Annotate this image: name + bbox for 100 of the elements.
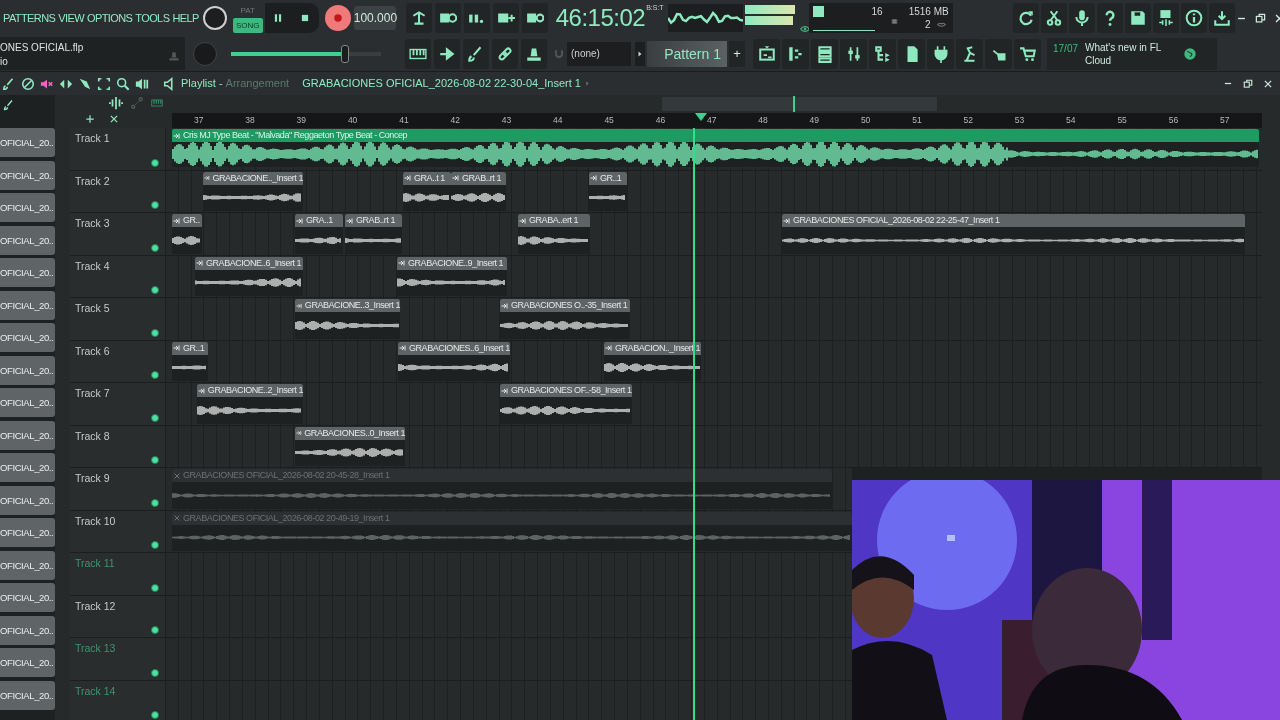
browser-item[interactable]: OFICIAL_20.. <box>0 648 55 677</box>
track-enable-led[interactable] <box>151 541 159 549</box>
track-enable-led[interactable] <box>151 456 159 464</box>
browser-item[interactable]: OFICIAL_20.. <box>0 193 55 222</box>
track-header[interactable]: Track 7 <box>70 383 165 425</box>
browser-item[interactable]: OFICIAL_20.. <box>0 160 55 190</box>
zoom-tool[interactable] <box>115 75 130 92</box>
track-header[interactable]: Track 12 <box>70 595 165 637</box>
audio-clip[interactable]: GRA..1 <box>295 214 343 254</box>
track-lane[interactable]: GR.. GRA..1 GRAB..rt 1 GRABA..ert 1 GRABACIONES OFICIAL_2026-08-02 22-25-47_Insert 1 <box>165 213 1262 255</box>
audio-clip[interactable]: GRABACIONE..9_Insert 1 <box>397 256 507 296</box>
select-tool[interactable] <box>96 75 111 92</box>
stamp-button[interactable] <box>521 38 547 69</box>
track-header[interactable]: Track 4 <box>70 255 165 297</box>
track-header[interactable]: Track 9 <box>70 468 165 510</box>
track-header[interactable]: Track 3 <box>70 213 165 255</box>
loop-record-button[interactable] <box>521 3 548 33</box>
wave-tool-button[interactable] <box>108 96 124 110</box>
track-enable-led[interactable] <box>151 583 159 592</box>
menu-item[interactable]: VIEW <box>58 9 84 27</box>
remove-track-button[interactable] <box>108 113 120 125</box>
browser-item[interactable]: OFICIAL_20.. <box>0 128 55 157</box>
browser-item[interactable]: OFICIAL_20.. <box>0 583 55 612</box>
touch-button[interactable] <box>985 38 1012 69</box>
snap-dropdown[interactable]: (none) <box>567 41 631 66</box>
mixer-button[interactable] <box>840 38 867 69</box>
slider-thumb[interactable] <box>341 44 349 63</box>
cut-button[interactable] <box>1040 3 1067 33</box>
track-lane[interactable]: GRABACIONE.._Insert 1 GRA..t 1 GRAB..rt 1 GR..1 <box>165 170 1262 212</box>
track-enable-led[interactable] <box>151 626 159 634</box>
track-lane[interactable]: GRABACIONE..6_Insert 1 GRABACIONE..9_Insert 1 <box>165 255 1262 297</box>
track-lane[interactable]: GRABACIONE..2_Insert 1 GRABACIONES OF..-58_Insert 1 <box>165 383 1262 425</box>
track-enable-led[interactable] <box>151 201 159 209</box>
record-button[interactable] <box>324 5 351 31</box>
track-header[interactable]: Track 5 <box>70 298 165 340</box>
track-enable-led[interactable] <box>151 243 159 252</box>
browser-item[interactable]: OFICIAL_20.. <box>0 453 55 482</box>
plugin-button[interactable] <box>927 38 954 69</box>
audio-clip[interactable]: GRABACIONES..6_Insert 1 <box>398 341 510 381</box>
browser-item[interactable]: OFICIAL_20.. <box>0 518 55 547</box>
arrow-button[interactable] <box>434 38 460 69</box>
news-panel[interactable]: 17/07 What's new in FL Cloud <box>1047 37 1217 70</box>
piano-tool-button[interactable] <box>150 96 164 110</box>
download-button[interactable] <box>1208 3 1235 33</box>
track-header[interactable]: Track 8 <box>70 425 165 467</box>
audio-clip[interactable]: GRABA..ert 1 <box>518 214 590 254</box>
audio-clip[interactable]: GRABACIONES..0_Insert 1 <box>295 426 405 466</box>
audio-clip[interactable]: GRABACIONES O..-35_Insert 1 <box>500 299 630 339</box>
track-lane[interactable]: GR..1 GRABACIONES..6_Insert 1 GRABACION.._Insert 1 <box>165 340 1262 382</box>
audio-clip[interactable]: GRABACION.._Insert 1 <box>604 341 701 381</box>
audio-clip[interactable]: GRA..t 1 <box>403 171 451 211</box>
audio-clip[interactable]: GRABACIONE..2_Insert 1 <box>197 384 303 424</box>
audio-clip[interactable]: GRAB..rt 1 <box>345 214 402 254</box>
audio-clip[interactable]: GRAB..rt 1 <box>451 171 506 211</box>
track-lane[interactable]: GRABACIONES..0_Insert 1 <box>165 425 1262 467</box>
link-button[interactable] <box>492 38 518 69</box>
browser-item[interactable]: OFICIAL_20.. <box>0 550 55 580</box>
audio-clip[interactable]: GR..1 <box>589 171 627 211</box>
track-enable-led[interactable] <box>151 711 159 719</box>
track-header[interactable]: Track 13 <box>70 638 165 680</box>
browser-item[interactable]: OFICIAL_20.. <box>0 290 55 320</box>
track-lane[interactable]: GRABACIONE..3_Insert 1 GRABACIONES O..-35_Insert 1 <box>165 298 1262 340</box>
track-header[interactable]: Track 11 <box>70 553 165 595</box>
browser-item[interactable]: OFICIAL_20.. <box>0 485 55 515</box>
tempo-field[interactable]: 100.000 <box>353 6 396 30</box>
undo-button[interactable] <box>1012 3 1039 33</box>
help-button[interactable] <box>1096 3 1123 33</box>
lamp-button[interactable] <box>956 38 983 69</box>
record-audio-button[interactable] <box>1068 3 1095 33</box>
menu-item[interactable]: HELP <box>172 9 199 27</box>
browser-item[interactable]: OFICIAL_20.. <box>0 258 55 287</box>
browser-item[interactable]: OFICIAL_20.. <box>0 420 55 450</box>
browser-item[interactable]: OFICIAL_20.. <box>0 355 55 385</box>
browser-item[interactable]: OFICIAL_20.. <box>0 225 55 255</box>
restore-button[interactable] <box>1242 77 1254 90</box>
track-header[interactable]: Track 14 <box>70 680 165 720</box>
piano-clock-button[interactable] <box>434 3 461 33</box>
pitch-knob[interactable] <box>202 6 227 30</box>
browser-item[interactable]: OFICIAL_20.. <box>0 323 55 352</box>
audio-clip[interactable]: GRABACIONES OFICIAL_2026-08-02 22-25-47_Insert 1 <box>782 214 1245 254</box>
typing-keyboard-button[interactable] <box>405 3 432 33</box>
pause-button[interactable] <box>264 3 291 33</box>
project-button[interactable] <box>898 38 925 69</box>
keyboard-button[interactable] <box>405 38 431 69</box>
track-enable-led[interactable] <box>151 158 159 167</box>
track-header[interactable]: Track 10 <box>70 510 165 552</box>
store-button[interactable] <box>1014 38 1041 69</box>
track-enable-led[interactable] <box>151 286 159 294</box>
track-enable-led[interactable] <box>151 413 159 422</box>
audio-clip[interactable]: GRABACIONE..3_Insert 1 <box>295 299 400 339</box>
countdown-button[interactable] <box>463 3 490 33</box>
playlist-button[interactable] <box>753 38 780 69</box>
add-piano-button[interactable] <box>492 3 519 33</box>
track-header[interactable]: Track 2 <box>70 170 165 212</box>
scroll-thumb[interactable] <box>662 97 937 111</box>
browser-item[interactable]: OFICIAL_20.. <box>0 615 55 645</box>
step-sequencer-button[interactable] <box>782 38 809 69</box>
menu-item[interactable]: TOOLS <box>135 9 170 27</box>
track-header[interactable]: Track 1 <box>70 128 165 170</box>
browser-scrollbar[interactable] <box>55 95 70 720</box>
